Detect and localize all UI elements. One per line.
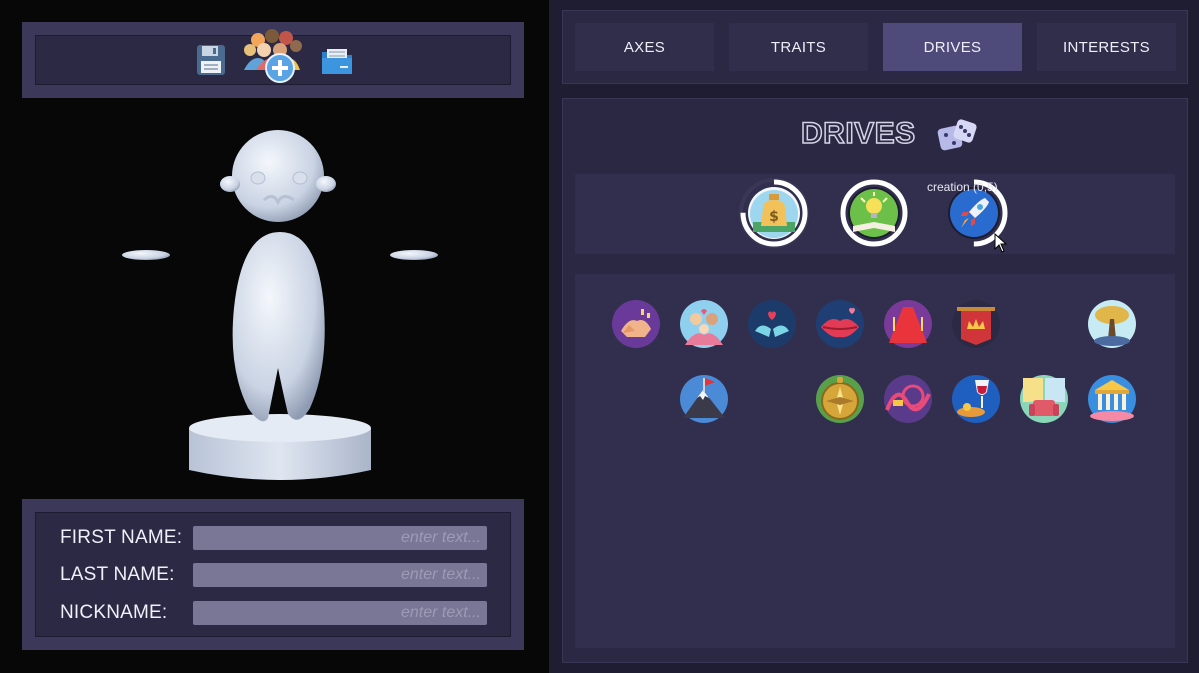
dice-icon[interactable]: [935, 117, 979, 153]
red-carpet-icon[interactable]: [883, 299, 933, 349]
lightbulb-book-icon[interactable]: [839, 178, 909, 248]
nickname-row: NICKNAME:: [36, 601, 512, 625]
family-icon[interactable]: [679, 299, 729, 349]
toolbar: [22, 22, 524, 98]
compass-icon[interactable]: [815, 374, 865, 424]
svg-text:$: $: [769, 209, 779, 225]
floppy-disk-icon[interactable]: [196, 44, 226, 76]
drives-content: DRIVES $ creation (0,5): [562, 98, 1188, 663]
tooltip: creation (0,5): [927, 180, 998, 194]
section-title: DRIVES: [800, 116, 916, 151]
first-name-row: FIRST NAME:: [36, 526, 512, 550]
tab-interests[interactable]: INTERESTS: [1037, 23, 1176, 71]
selected-drives: $: [575, 174, 1175, 254]
last-name-label: LAST NAME:: [60, 564, 175, 585]
mouse-cursor-icon: [994, 233, 1008, 253]
wine-food-icon[interactable]: [951, 374, 1001, 424]
folder-icon[interactable]: [320, 46, 354, 76]
rollercoaster-icon[interactable]: [883, 374, 933, 424]
nickname-input[interactable]: [193, 601, 487, 625]
name-panel-inner: FIRST NAME: LAST NAME: NICKNAME:: [35, 512, 511, 637]
character-3d-viewport[interactable]: [0, 98, 548, 499]
character-panel: FIRST NAME: LAST NAME: NICKNAME:: [0, 0, 548, 673]
tree-icon[interactable]: [1087, 299, 1137, 349]
lovebirds-icon[interactable]: [747, 299, 797, 349]
first-name-label: FIRST NAME:: [60, 527, 183, 548]
drive-options-grid: [575, 274, 1175, 648]
tab-drives[interactable]: DRIVES: [883, 23, 1022, 71]
toolbar-inner: [35, 29, 511, 85]
people-group-add-icon[interactable]: [242, 28, 306, 84]
name-panel: FIRST NAME: LAST NAME: NICKNAME:: [22, 499, 524, 650]
museum-icon[interactable]: [1087, 374, 1137, 424]
mountain-flag-icon[interactable]: [679, 374, 729, 424]
first-name-input[interactable]: [193, 526, 487, 550]
money-bag-icon[interactable]: $: [739, 178, 809, 248]
tab-axes[interactable]: AXES: [575, 23, 714, 71]
tab-bar: AXES TRAITS DRIVES INTERESTS: [562, 10, 1188, 84]
attributes-panel: AXES TRAITS DRIVES INTERESTS DRIVES $ cr…: [549, 0, 1199, 673]
last-name-row: LAST NAME:: [36, 563, 512, 587]
last-name-input[interactable]: [193, 563, 487, 587]
armchair-room-icon[interactable]: [1019, 374, 1069, 424]
tab-traits[interactable]: TRAITS: [729, 23, 868, 71]
crown-banner-icon[interactable]: [951, 299, 1001, 349]
handshake-icon[interactable]: [611, 299, 661, 349]
nickname-label: NICKNAME:: [60, 602, 168, 623]
lips-icon[interactable]: [815, 299, 865, 349]
character-model: [122, 130, 438, 480]
